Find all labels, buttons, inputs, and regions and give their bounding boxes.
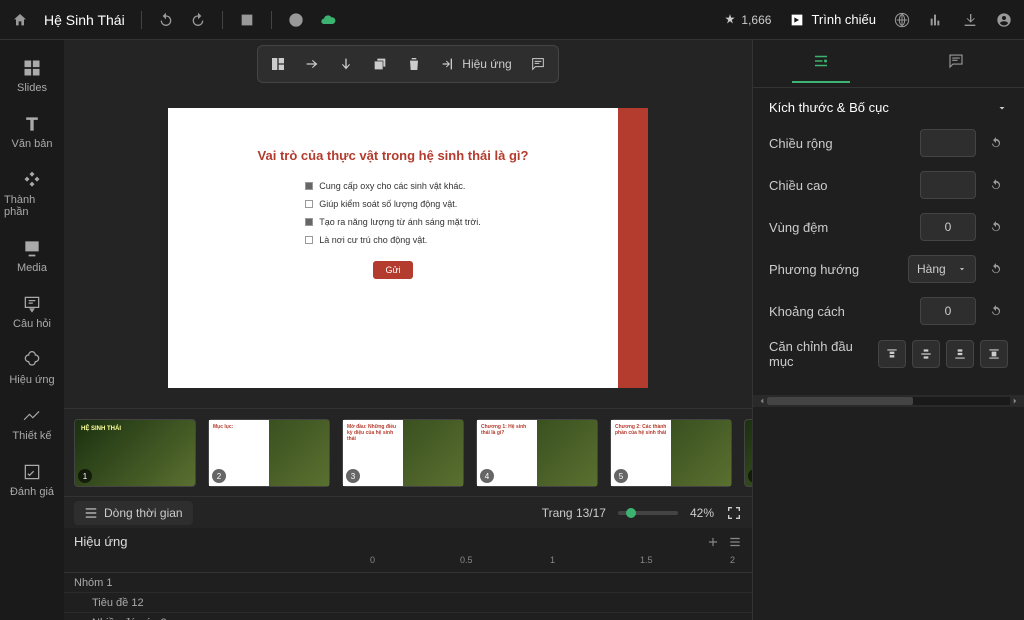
nav-design[interactable]: Thiết kế xyxy=(0,398,64,450)
thumbnail[interactable]: HỆ SINH THÁI1 xyxy=(74,419,196,487)
globe-icon[interactable] xyxy=(894,12,910,28)
answer-option[interactable]: Giúp kiểm soát số lượng động vật. xyxy=(305,199,480,209)
nav-slides[interactable]: Slides xyxy=(0,50,64,102)
thumbnail[interactable]: Chương 2: Các thành phần của hệ sinh thá… xyxy=(610,419,732,487)
image-icon[interactable] xyxy=(239,12,255,28)
effect-row[interactable]: Nhiều đáp án 2 xyxy=(64,613,752,620)
layout-icon[interactable] xyxy=(262,50,294,78)
arrow-down-icon[interactable] xyxy=(330,50,362,78)
slide-thumbnails[interactable]: HỆ SINH THÁI1Mục lục:2Mở đầu: Những điều… xyxy=(64,408,752,496)
delete-icon[interactable] xyxy=(398,50,430,78)
slide-question-title: Vai trò của thực vật trong hệ sinh thái … xyxy=(258,148,529,163)
nav-questions[interactable]: Câu hỏi xyxy=(0,286,64,338)
section-size-layout[interactable]: Kích thước & Bố cục xyxy=(769,100,1008,115)
add-effect-icon[interactable] xyxy=(706,535,720,549)
thumbnail[interactable]: 6 xyxy=(744,419,752,487)
align-start-icon[interactable] xyxy=(878,340,906,368)
effects-header: Hiệu ứng xyxy=(74,534,128,549)
align-end-icon[interactable] xyxy=(946,340,974,368)
undo-icon[interactable] xyxy=(158,12,174,28)
page-indicator: Trang 13/17 xyxy=(542,506,606,520)
project-title: Hệ Sinh Thái xyxy=(44,12,125,28)
timeline-button[interactable]: Dòng thời gian xyxy=(74,501,193,525)
reset-width-icon[interactable] xyxy=(984,131,1008,155)
direction-select[interactable]: Hàng xyxy=(908,255,976,283)
nav-effects[interactable]: Hiệu ứng xyxy=(0,342,64,394)
padding-input[interactable] xyxy=(920,213,976,241)
zoom-slider[interactable] xyxy=(618,511,678,515)
align-stretch-icon[interactable] xyxy=(980,340,1008,368)
width-input[interactable] xyxy=(920,129,976,157)
align-center-icon[interactable] xyxy=(912,340,940,368)
effects-button[interactable]: Hiệu ứng xyxy=(432,50,519,78)
gap-input[interactable] xyxy=(920,297,976,325)
settings-effect-icon[interactable] xyxy=(728,535,742,549)
thumbnail[interactable]: Mục lục:2 xyxy=(208,419,330,487)
thumbnail[interactable]: Chương 1: Hệ sinh thái là gì?4 xyxy=(476,419,598,487)
answer-option[interactable]: Cung cấp oxy cho các sinh vật khác. xyxy=(305,181,480,191)
home-icon[interactable] xyxy=(12,12,28,28)
nav-components[interactable]: Thành phần xyxy=(0,162,64,226)
slide-toolbar: Hiệu ứng xyxy=(257,45,558,83)
panel-scrollbar[interactable] xyxy=(753,395,1024,407)
answer-option[interactable]: Tạo ra năng lượng từ ánh sáng mặt trời. xyxy=(305,217,480,227)
arrow-right-icon[interactable] xyxy=(296,50,328,78)
copy-icon[interactable] xyxy=(364,50,396,78)
thumbnail[interactable]: Mở đầu: Những điều kỳ diệu của hệ sinh t… xyxy=(342,419,464,487)
effect-row[interactable]: Nhóm 1 xyxy=(64,573,752,593)
history-icon[interactable] xyxy=(288,12,304,28)
reset-padding-icon[interactable] xyxy=(984,215,1008,239)
tab-properties[interactable] xyxy=(792,44,850,83)
fit-icon[interactable] xyxy=(726,505,742,521)
present-button[interactable]: Trình chiếu xyxy=(789,12,876,28)
download-icon[interactable] xyxy=(962,12,978,28)
tab-comments[interactable] xyxy=(927,44,985,83)
comment-icon[interactable] xyxy=(522,50,554,78)
effect-row[interactable]: Tiêu đề 12 xyxy=(64,593,752,613)
left-sidebar: Slides Văn bản Thành phần Media Câu hỏi … xyxy=(0,40,64,620)
redo-icon[interactable] xyxy=(190,12,206,28)
account-icon[interactable] xyxy=(996,12,1012,28)
nav-text[interactable]: Văn bản xyxy=(0,106,64,158)
zoom-value: 42% xyxy=(690,506,714,520)
reset-direction-icon[interactable] xyxy=(984,257,1008,281)
analytics-icon[interactable] xyxy=(928,12,944,28)
reset-gap-icon[interactable] xyxy=(984,299,1008,323)
height-input[interactable] xyxy=(920,171,976,199)
submit-button[interactable]: Gửi xyxy=(373,261,412,279)
cloud-sync-icon[interactable] xyxy=(320,12,336,28)
nav-media[interactable]: Media xyxy=(0,230,64,282)
credits-count: 1,666 xyxy=(723,13,771,27)
nav-review[interactable]: Đánh giá xyxy=(0,454,64,506)
answer-option[interactable]: Là nơi cư trú cho động vật. xyxy=(305,235,480,245)
reset-height-icon[interactable] xyxy=(984,173,1008,197)
slide-canvas[interactable]: Vai trò của thực vật trong hệ sinh thái … xyxy=(168,108,648,388)
